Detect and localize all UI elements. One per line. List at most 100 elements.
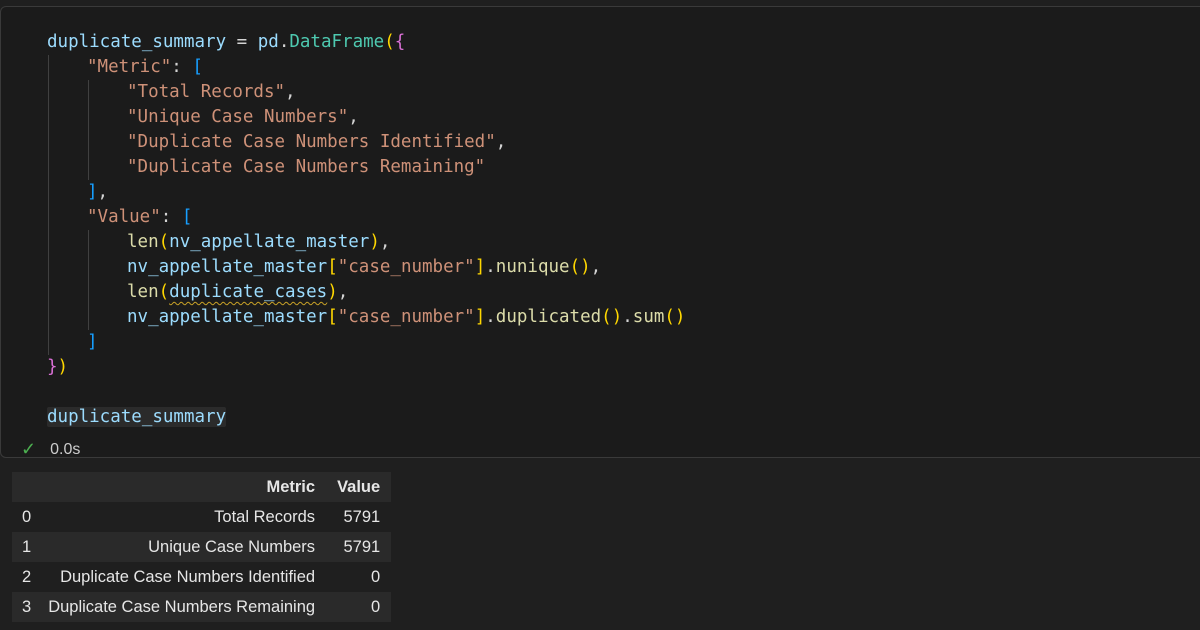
code-token: ] [474, 307, 486, 327]
code-token: "Unique Case Numbers" [127, 107, 349, 127]
indent-guide [48, 55, 49, 80]
code-token: () [569, 257, 591, 277]
code-token: . [622, 307, 633, 327]
indent-guide [48, 80, 49, 105]
code-token: . [278, 32, 290, 52]
code-token: , [379, 232, 391, 252]
table-row: 0 Total Records 5791 [12, 502, 391, 532]
code-line[interactable]: nv_appellate_master["case_number"]. dupli… [47, 305, 685, 330]
metric-cell: Duplicate Case Numbers Identified [60, 567, 316, 586]
code-line[interactable]: "Value": [ [47, 205, 685, 230]
code-token: , [495, 132, 507, 152]
code-token: len [127, 282, 159, 302]
code-line[interactable]: duplicate_summary = pd.DataFrame({ [47, 30, 685, 55]
code-token: duplicate_summary [47, 407, 227, 427]
code-token: duplicated [495, 307, 602, 327]
code-line-content: }) [47, 357, 68, 377]
code-token: "Value" [87, 207, 161, 227]
code-token: nv_appellate_master [169, 232, 370, 252]
code-token: , [97, 182, 109, 202]
code-token: , [348, 107, 359, 127]
check-icon: ✓ [21, 439, 37, 459]
indent-guide [48, 305, 49, 330]
code-line[interactable]: len(duplicate_cases), [47, 280, 685, 305]
code-token: "Total Records" [127, 82, 286, 102]
code-token: ] [87, 182, 98, 202]
code-token: { [394, 32, 406, 52]
code-line[interactable]: duplicate_summary [47, 405, 685, 430]
code-token: : [171, 57, 193, 77]
code-token: nunique [495, 257, 570, 277]
code-token: DataFrame [289, 32, 385, 52]
code-token: nv_appellate_master [127, 257, 328, 277]
code-token: "Metric" [87, 57, 172, 77]
metric-cell: Unique Case Numbers [37, 532, 327, 562]
code-token: () [601, 307, 623, 327]
code-token: nv_appellate_master [127, 307, 328, 327]
code-line-content: nv_appellate_master["case_number"].nuniq… [47, 257, 601, 277]
value-cell: 5791 [326, 532, 392, 562]
indent-guide [88, 305, 89, 330]
indent-guide [48, 255, 49, 280]
code-token: . [485, 257, 496, 277]
code-token: ) [57, 357, 69, 377]
table-row: 3 Duplicate Case Numbers Remaining 0 [12, 592, 392, 622]
code-line[interactable]: "Unique Case Numbers", [47, 105, 685, 130]
code-token: ( [158, 232, 170, 252]
code-line-content: nv_appellate_master["case_number"]. dupli… [47, 307, 685, 327]
table-header-row: Metric Value [12, 472, 392, 502]
code-editor[interactable]: duplicate_summary = pd.DataFrame({"Metri… [47, 30, 685, 430]
code-line[interactable]: nv_appellate_master["case_number"].nuniq… [47, 255, 685, 280]
code-token: () [664, 307, 686, 327]
code-token: sum [632, 307, 665, 327]
index-header [12, 472, 38, 502]
code-line[interactable]: "Duplicate Case Numbers Identified", [47, 130, 685, 155]
indent-guide [88, 80, 89, 105]
table-row: 2 Duplicate Case Numbers Identified 0 [12, 562, 391, 592]
code-line-content: ], [47, 182, 108, 202]
indent-guide [48, 205, 49, 230]
code-token: "Duplicate Case Numbers Identified" [127, 132, 496, 152]
code-token: duplicate_summary [47, 32, 227, 52]
indent-guide [48, 180, 49, 205]
code-line[interactable]: ], [47, 180, 685, 205]
code-token: pd [257, 32, 279, 52]
code-token: [ [192, 57, 203, 77]
code-line[interactable]: "Metric": [ [47, 55, 685, 80]
indent-guide [88, 230, 89, 255]
code-token: "case_number" [337, 307, 475, 327]
code-line[interactable]: "Total Records", [47, 80, 685, 105]
indent-guide [88, 155, 89, 180]
code-line-content: "Total Records", [47, 82, 296, 102]
indent-guide [48, 155, 49, 180]
code-token: "Duplicate Case Numbers Remaining" [127, 157, 486, 177]
code-token: ( [384, 32, 395, 52]
metric-cell: Duplicate Case Numbers Remaining [37, 592, 327, 622]
code-token: [ [327, 257, 338, 277]
code-token: } [47, 357, 58, 377]
code-line-content: "Value": [ [47, 207, 192, 227]
code-token: , [337, 282, 349, 302]
code-line[interactable]: len(nv_appellate_master), [47, 230, 685, 255]
row-index: 2 [22, 567, 32, 586]
indent-guide [88, 130, 89, 155]
code-token: [ [327, 307, 338, 327]
code-token: ) [327, 282, 338, 302]
code-token: ) [369, 232, 380, 252]
value-cell: 0 [326, 592, 392, 622]
code-token: duplicate_cases [169, 282, 328, 302]
code-line[interactable]: }) [47, 355, 685, 380]
table-row: 1 Unique Case Numbers 5791 [12, 532, 392, 562]
code-line[interactable]: "Duplicate Case Numbers Remaining" [47, 155, 685, 180]
indent-guide [48, 105, 49, 130]
code-line[interactable]: ] [47, 330, 685, 355]
row-index: 3 [12, 592, 38, 622]
indent-guide [88, 280, 89, 305]
execution-status: ✓ 0.0s [21, 439, 80, 460]
code-token: len [127, 232, 159, 252]
code-cell[interactable]: duplicate_summary = pd.DataFrame({"Metri… [0, 6, 1200, 460]
code-line[interactable] [47, 380, 685, 405]
dataframe-table: Metric Value 0 Total Records 5791 1 Uniq… [12, 472, 392, 622]
metric-header: Metric [37, 472, 327, 502]
value-header: Value [326, 472, 392, 502]
